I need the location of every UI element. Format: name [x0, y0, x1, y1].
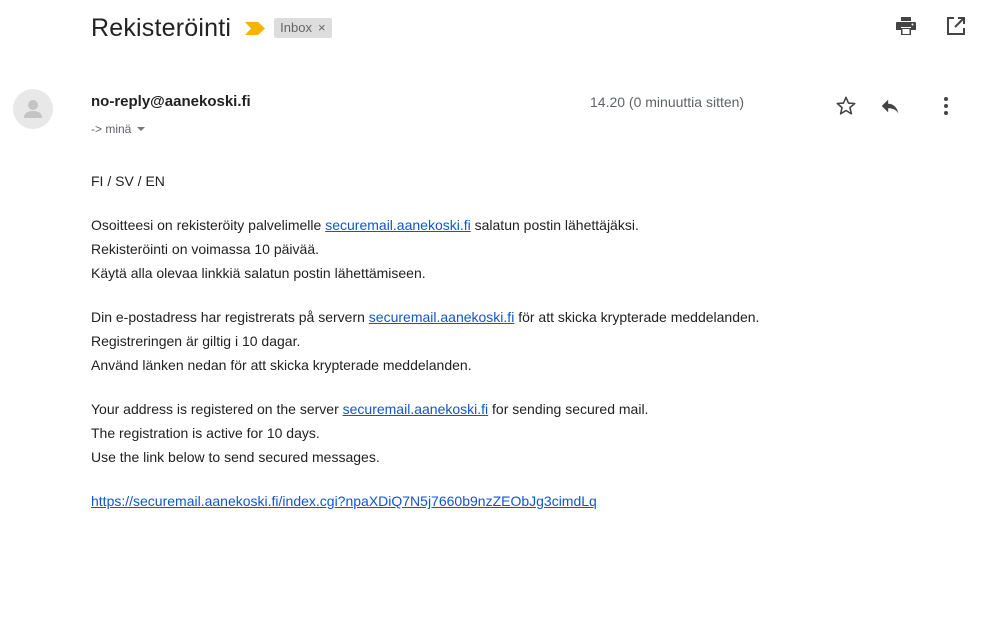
recipient-details-toggle[interactable]: -> minä — [91, 122, 146, 136]
en-text: The registration is active for 10 days. — [91, 425, 320, 441]
sv-text: för att skicka krypterade meddelanden. — [514, 309, 760, 325]
en-text: Your address is registered on the server — [91, 401, 343, 417]
en-text: Use the link below to send secured messa… — [91, 449, 380, 465]
header-actions — [866, 16, 966, 36]
fi-text: Rekisteröinti on voimassa 10 päivää. — [91, 241, 320, 257]
inbox-label-text: Inbox — [280, 20, 312, 35]
en-text: for sending secured mail. — [488, 401, 649, 417]
email-view: Rekisteröinti Inbox × no-reply@aanekoski… — [0, 0, 981, 617]
sv-text: Din e-postadress har registrerats på ser… — [91, 309, 369, 325]
message-body: FI / SV / EN Osoitteesi on rekisteröity … — [91, 169, 931, 533]
remove-label-button[interactable]: × — [318, 20, 326, 35]
sender-avatar[interactable] — [13, 89, 53, 129]
message-actions — [834, 94, 958, 118]
swedish-paragraph: Din e-postadress har registrerats på ser… — [91, 305, 931, 377]
print-icon[interactable] — [896, 16, 916, 36]
english-paragraph: Your address is registered on the server… — [91, 397, 931, 469]
fi-text: salatun postin lähettäjäksi. — [470, 217, 639, 233]
more-vert-icon[interactable] — [934, 94, 958, 118]
registration-link-paragraph: https://securemail.aanekoski.fi/index.cg… — [91, 489, 931, 513]
fi-securemail-link[interactable]: securemail.aanekoski.fi — [325, 217, 471, 233]
languages-line: FI / SV / EN — [91, 173, 165, 189]
email-subject: Rekisteröinti — [91, 13, 232, 42]
en-securemail-link[interactable]: securemail.aanekoski.fi — [343, 401, 489, 417]
fi-text: Osoitteesi on rekisteröity palvelimelle — [91, 217, 326, 233]
registration-link[interactable]: https://securemail.aanekoski.fi/index.cg… — [91, 493, 597, 509]
inbox-label-chip[interactable]: Inbox × — [274, 18, 332, 38]
chevron-down-icon — [137, 127, 146, 131]
sv-text: Registreringen är giltig i 10 dagar. — [91, 333, 301, 349]
sv-securemail-link[interactable]: securemail.aanekoski.fi — [369, 309, 515, 325]
reply-icon[interactable] — [878, 94, 902, 118]
open-in-new-window-icon[interactable] — [946, 16, 966, 36]
star-icon[interactable] — [834, 94, 858, 118]
message-timestamp: 14.20 (0 minuuttia sitten) — [590, 94, 745, 110]
recipient-text: -> minä — [91, 122, 132, 136]
sv-text: Använd länken nedan för att skicka krypt… — [91, 357, 472, 373]
sender-email[interactable]: no-reply@aanekoski.fi — [91, 93, 251, 110]
finnish-paragraph: Osoitteesi on rekisteröity palvelimelle … — [91, 213, 931, 285]
fi-text: Käytä alla olevaa linkkiä salatun postin… — [91, 265, 426, 281]
importance-marker-icon[interactable] — [245, 21, 266, 35]
subject-row: Rekisteröinti Inbox × — [91, 8, 332, 48]
